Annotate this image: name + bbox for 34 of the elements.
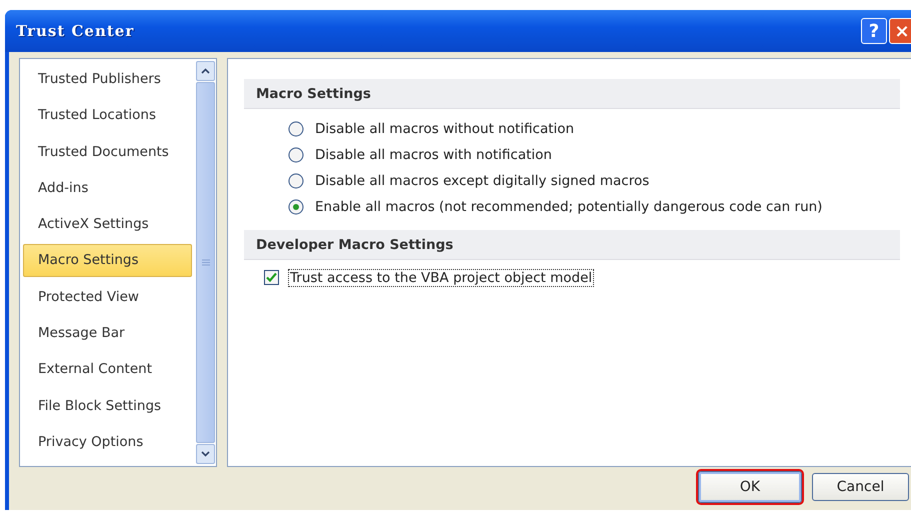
sidebar-item[interactable]: Message Bar [23,316,192,350]
radio-button[interactable] [288,198,304,214]
radio-button[interactable] [288,172,304,188]
sidebar-item[interactable]: Add-ins [23,172,192,204]
close-button[interactable]: × [889,18,911,44]
radio-button[interactable] [288,120,304,136]
sidebar-item[interactable]: Trusted Publishers [23,63,192,96]
radio-button[interactable] [288,146,304,162]
cancel-button[interactable]: Cancel [812,473,909,501]
option-label: Disable all macros except digitally signed macros [314,172,650,190]
option-label: Trust access to the VBA project object model [288,268,594,286]
scroll-up-button[interactable] [196,61,215,81]
section-header: Developer Macro Settings [244,230,900,260]
sidebar-item[interactable]: Trusted Locations [23,99,192,132]
chevron-up-icon [201,68,210,74]
sidebar-item[interactable]: External Content [23,353,192,386]
sidebar-item[interactable]: ActiveX Settings [23,208,192,240]
checkbox[interactable] [264,270,279,285]
chevron-down-icon [201,451,210,457]
option-label: Disable all macros with notification [314,146,553,164]
option-label: Disable all macros without notification [314,120,576,138]
grip-icon [202,259,210,266]
scroll-down-button[interactable] [196,444,215,464]
ok-button[interactable]: OK [698,471,802,503]
window-title: Trust Center [16,22,136,40]
option-label: Enable all macros (not recommended; potentially dangerous code can run) [314,198,824,216]
sidebar-item[interactable]: Protected View [23,280,192,313]
sidebar-item[interactable]: File Block Settings [23,389,192,422]
sidebar-item[interactable]: Privacy Options [23,426,192,458]
section-header: Macro Settings [244,79,900,109]
sidebar-item[interactable]: Macro Settings [23,244,192,277]
sidebar-item[interactable]: Trusted Documents [23,136,192,168]
scrollbar-thumb[interactable] [196,82,215,443]
help-button[interactable]: ? [861,18,887,44]
